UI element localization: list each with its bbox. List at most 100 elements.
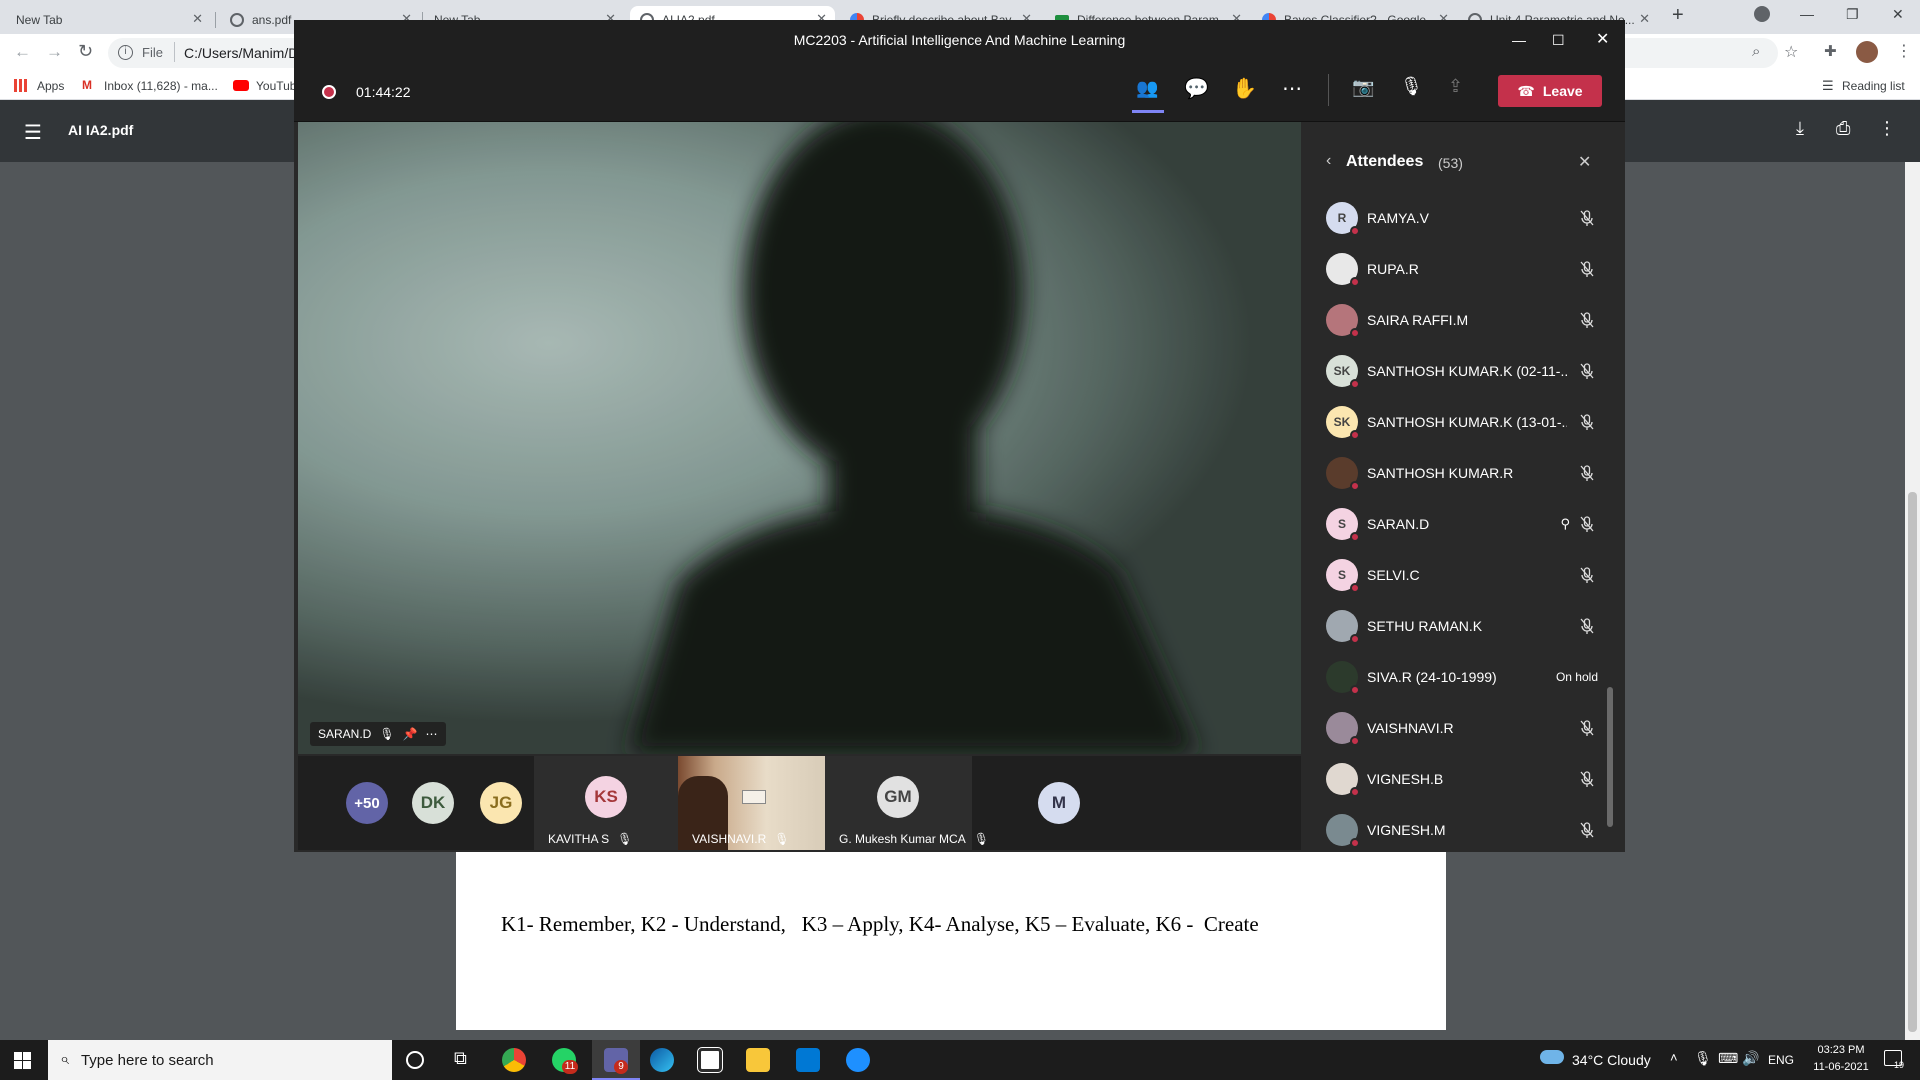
mic-off-icon [1580,516,1594,532]
tile-label: KAVITHA S 🎙 [548,832,632,846]
maximize-icon[interactable]: ☐ [1552,20,1565,60]
leave-button[interactable]: ☎ Leave [1498,75,1602,107]
panel-scrollbar-thumb[interactable] [1607,687,1613,827]
attendee-row[interactable]: SIVA.R (24-10-1999) On hold [1326,659,1606,695]
main-video[interactable]: SARAN.D 🎙 📌 ⋯ [298,122,1301,754]
camera-off-icon[interactable]: 📷 [1352,77,1374,98]
bookmark-star-icon[interactable]: ☆ [1784,42,1798,62]
attendee-row[interactable]: VAISHNAVI.R [1326,710,1606,746]
new-tab-button[interactable]: + [1672,4,1684,27]
tab-title: New Tab [16,13,63,27]
show-hidden-icons-chevron-icon[interactable]: ˄ [1670,1050,1678,1065]
attendee-row[interactable]: VIGNESH.M [1326,812,1606,848]
participant-tile[interactable]: KS KAVITHA S 🎙 [534,756,678,850]
scrollbar-thumb[interactable] [1908,492,1917,1032]
participants-icon[interactable]: 👥 [1136,78,1158,99]
file-explorer-icon[interactable] [746,1048,770,1072]
participant-video-tile[interactable]: VAISHNAVI.R 🎙 [678,756,825,850]
network-icon[interactable]: ⌨ [1718,1050,1738,1067]
attendee-row[interactable]: SETHU RAMAN.K [1326,608,1606,644]
download-icon[interactable]: ⤓ [1796,118,1804,139]
forward-icon[interactable]: → [46,42,63,62]
print-icon[interactable]: ⎙ [1836,118,1850,139]
task-view-icon[interactable]: ⧉ [454,1048,467,1069]
meeting-timer: 01:44:22 [356,84,411,100]
more-options-icon[interactable]: ⋯ [426,727,438,741]
share-screen-icon[interactable]: ⇪ [1448,76,1463,97]
clock-time[interactable]: 03:23 PM [1806,1044,1876,1056]
edge-icon[interactable] [650,1048,674,1072]
mail-icon[interactable] [796,1048,820,1072]
menu-kebab-icon[interactable]: ⋮ [1896,41,1912,61]
attendee-row[interactable]: SAIRA RAFFI.M [1326,302,1606,338]
mic-off-icon [1580,465,1594,481]
taskbar-search[interactable]: ⌕ Type here to search [48,1040,392,1080]
attendee-row[interactable]: RUPA.R [1326,251,1606,287]
reading-list-button[interactable]: Reading list [1842,79,1905,93]
attendee-row[interactable]: R RAMYA.V [1326,200,1606,236]
more-options-icon[interactable]: ⋮ [1878,118,1896,139]
back-icon[interactable]: ← [14,42,31,62]
language-indicator[interactable]: ENG [1768,1053,1794,1067]
back-chevron-icon[interactable]: ‹ [1326,152,1331,170]
info-icon[interactable]: i [118,45,133,60]
avatar: SK [1326,355,1360,389]
zoom-icon[interactable]: ⌕ [1752,43,1760,60]
microphone-icon[interactable]: 🎙 [1694,1050,1712,1067]
attendee-row[interactable]: S SELVI.C [1326,557,1606,593]
pin-icon[interactable]: ⚲ [1560,516,1570,532]
attendee-row[interactable]: VIGNESH.B [1326,761,1606,797]
attendee-row[interactable]: SANTHOSH KUMAR.R [1326,455,1606,491]
avatar[interactable]: JG [480,782,522,824]
avatar [1326,763,1360,797]
pdf-scrollbar[interactable] [1905,162,1920,1040]
chrome-icon[interactable] [502,1048,526,1072]
reactions-icon[interactable]: ✋ [1232,76,1257,101]
presence-dot [1350,685,1360,695]
close-window-icon[interactable]: ✕ [1596,20,1609,60]
store-icon[interactable] [697,1047,723,1073]
presence-dot [1350,583,1360,593]
mic-off-icon[interactable]: 🎙 [1400,76,1423,97]
bookmark-apps[interactable]: Apps [37,79,64,93]
pin-icon[interactable]: 📌 [403,727,418,741]
address-scheme: File [142,45,163,60]
attendee-row[interactable]: SK SANTHOSH KUMAR.K (13-01-... [1326,404,1606,440]
bookmark-gmail[interactable]: Inbox (11,628) - ma... [104,79,218,93]
extensions-icon[interactable]: ✚ [1824,42,1837,60]
close-window-icon[interactable]: ✕ [1892,6,1904,23]
tile-label: G. Mukesh Kumar MCA 🎙 [839,832,989,846]
chat-icon[interactable]: 💬 [1184,76,1209,101]
minimize-icon[interactable]: — [1512,20,1526,60]
close-icon[interactable]: ✕ [1639,11,1650,27]
bookmark-youtube[interactable]: YouTub [256,79,296,93]
participant-name: G. Mukesh Kumar MCA [839,832,966,846]
attendee-row[interactable]: SK SANTHOSH KUMAR.K (02-11-... [1326,353,1606,389]
profile-avatar[interactable] [1856,41,1878,63]
more-actions-icon[interactable]: ⋯ [1282,76,1302,101]
tab-search-icon[interactable] [1754,6,1770,22]
reload-icon[interactable]: ↻ [78,41,93,62]
close-icon[interactable]: ✕ [1578,152,1591,172]
hamburger-menu-icon[interactable]: ☰ [24,120,42,145]
avatar[interactable]: M [1038,782,1080,824]
participant-tile[interactable]: GM G. Mukesh Kumar MCA 🎙 [825,756,989,850]
attendee-name: VIGNESH.M [1367,822,1446,838]
weather-text[interactable]: 34°C Cloudy [1572,1052,1651,1068]
mic-off-icon: 🎙 [973,832,989,846]
avatar: GM [877,776,919,818]
overflow-participants-button[interactable]: +50 [346,782,388,824]
cortana-icon[interactable] [406,1051,424,1069]
minimize-icon[interactable]: — [1800,6,1814,22]
avatar[interactable]: DK [412,782,454,824]
windows-start-icon[interactable] [14,1052,31,1069]
app-icon[interactable] [846,1048,870,1072]
close-icon[interactable]: ✕ [192,11,203,27]
clock-date[interactable]: 11-06-2021 [1806,1061,1876,1073]
attendee-row[interactable]: S SARAN.D ⚲ [1326,506,1606,542]
presence-dot [1350,838,1360,848]
mic-off-icon [1580,363,1594,379]
volume-icon[interactable]: 🔊 [1742,1050,1759,1067]
browser-tab[interactable]: New Tab ✕ [6,6,211,34]
restore-icon[interactable]: ❐ [1846,6,1859,23]
